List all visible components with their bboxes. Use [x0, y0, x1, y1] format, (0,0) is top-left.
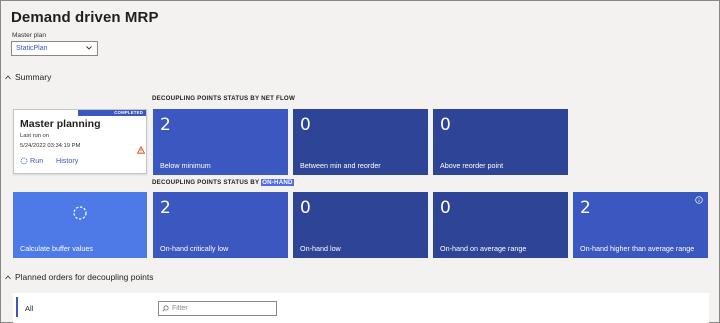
filter-input[interactable] — [172, 305, 272, 312]
planned-orders-pane: All — [13, 293, 709, 323]
master-plan-select[interactable]: StaticPlan — [11, 41, 98, 56]
history-link[interactable]: History — [56, 156, 78, 165]
workspace-frame: Demand driven MRP Master plan StaticPlan… — [0, 0, 720, 323]
master-plan-value: StaticPlan — [16, 45, 48, 52]
calculate-icon — [73, 206, 87, 220]
filter-field[interactable] — [158, 301, 277, 316]
card-label: On-hand on average range — [440, 244, 527, 253]
on-hand-group-label: DECOUPLING POINTS STATUS BY ON-HAND — [152, 179, 294, 186]
calculate-buffer-values-tile[interactable]: Calculate buffer values — [13, 192, 147, 258]
planned-orders-title: Planned orders for decoupling points — [15, 272, 154, 282]
warning-icon — [137, 146, 145, 154]
on-hand-group-prefix: DECOUPLING POINTS STATUS BY — [152, 179, 260, 186]
net-flow-group-label: DECOUPLING POINTS STATUS BY NET FLOW — [152, 95, 295, 102]
summary-section-title: Summary — [15, 72, 52, 82]
master-planning-title: Master planning — [20, 118, 101, 130]
card-label: Above reorder point — [440, 161, 504, 170]
net-flow-card-between-min-and-reorder[interactable]: 0 Between min and reorder — [293, 109, 428, 175]
search-icon — [162, 305, 169, 312]
on-hand-card-critically-low[interactable]: 2 On-hand critically low — [153, 192, 288, 258]
chevron-up-icon — [5, 74, 11, 79]
card-count: 0 — [300, 115, 311, 135]
planned-orders-section-header[interactable]: Planned orders for decoupling points — [5, 272, 153, 282]
page-title: Demand driven MRP — [11, 9, 159, 26]
on-hand-card-low[interactable]: 0 On-hand low — [293, 192, 428, 258]
chevron-up-icon — [5, 274, 11, 279]
net-flow-card-above-reorder-point[interactable]: 0 Above reorder point — [433, 109, 568, 175]
on-hand-group-highlight: ON-HAND — [261, 179, 294, 186]
card-label: Below minimum — [160, 161, 211, 170]
card-count: 0 — [440, 115, 451, 135]
card-count: 0 — [300, 198, 311, 218]
card-label: Between min and reorder — [300, 161, 381, 170]
card-label: On-hand higher than average range — [580, 244, 695, 253]
card-label: On-hand critically low — [160, 244, 229, 253]
card-count: 2 — [580, 198, 591, 218]
card-count: 2 — [160, 115, 171, 135]
summary-section-header[interactable]: Summary — [5, 72, 51, 82]
card-count: 0 — [440, 198, 451, 218]
completed-badge: COMPLETED — [78, 110, 146, 116]
master-planning-card: COMPLETED Master planning Last run on 5/… — [13, 109, 147, 174]
last-run-label: Last run on — [20, 133, 50, 139]
refresh-icon — [20, 157, 28, 164]
chevron-down-icon — [86, 46, 92, 50]
net-flow-card-below-minimum[interactable]: 2 Below minimum — [153, 109, 288, 175]
card-label: On-hand low — [300, 244, 341, 253]
master-plan-label: Master plan — [12, 32, 46, 39]
last-run-date: 5/24/2022 03:34:19 PM — [20, 143, 81, 149]
calculate-label: Calculate buffer values — [20, 244, 93, 253]
info-icon[interactable] — [695, 196, 703, 204]
run-label: Run — [30, 156, 44, 165]
selected-indicator — [16, 297, 18, 317]
on-hand-card-average-range[interactable]: 0 On-hand on average range — [433, 192, 568, 258]
run-button[interactable]: Run — [20, 156, 43, 165]
list-item-all[interactable]: All — [25, 304, 33, 313]
on-hand-card-higher-than-average[interactable]: 2 On-hand higher than average range — [573, 192, 708, 258]
card-count: 2 — [160, 198, 171, 218]
